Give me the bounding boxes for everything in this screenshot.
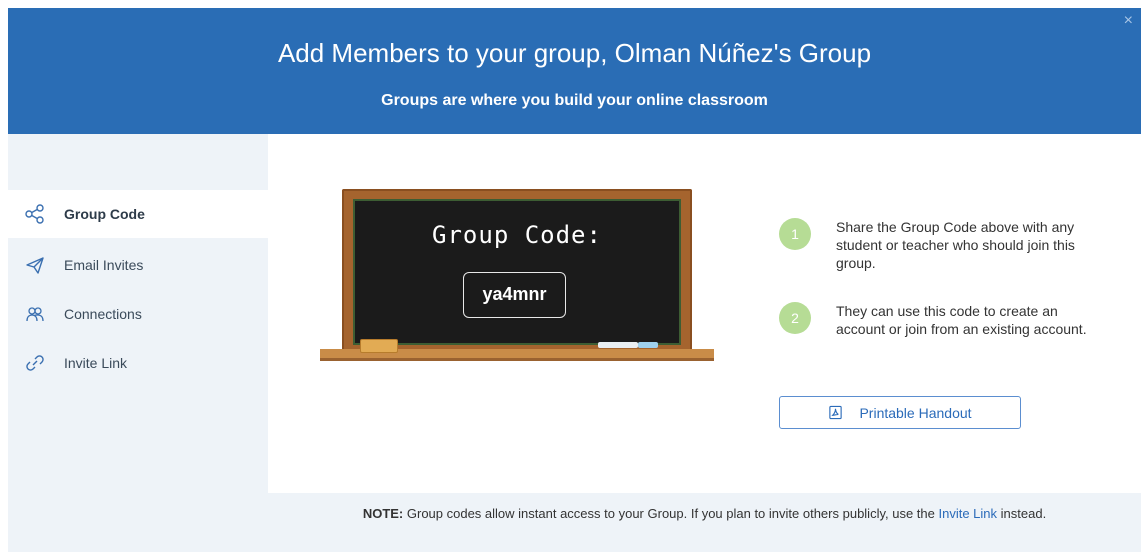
- link-icon: [24, 352, 46, 374]
- step-number-badge: 2: [779, 302, 811, 334]
- step-number-badge: 1: [779, 218, 811, 250]
- invite-link-link[interactable]: Invite Link: [938, 506, 997, 521]
- printable-handout-label: Printable Handout: [859, 404, 972, 421]
- sidebar-item-label: Connections: [64, 306, 142, 322]
- group-code-value: ya4mnr: [463, 272, 566, 318]
- note-prefix: NOTE:: [362, 506, 404, 521]
- sidebar-item-label: Group Code: [64, 206, 145, 222]
- step-text: They can use this code to create an acco…: [836, 303, 1087, 337]
- chalkboard-illustration: Group Code: ya4mnr: [320, 189, 714, 364]
- modal-subtitle: Groups are where you build your online c…: [381, 92, 768, 109]
- chalk-icon: [638, 342, 658, 348]
- eraser-icon: [360, 339, 398, 353]
- step-1: 1 Share the Group Code above with any st…: [779, 218, 1109, 272]
- sidebar: Group Code Email Invites Connections Inv…: [8, 134, 268, 552]
- note-text-end: instead.: [997, 506, 1047, 521]
- modal-header: Add Members to your group, Olman Núñez's…: [8, 8, 1141, 134]
- sidebar-item-invite-link[interactable]: Invite Link: [8, 339, 268, 387]
- chalk-icon: [598, 342, 638, 348]
- note-bar: NOTE: Group codes allow instant access t…: [268, 493, 1141, 552]
- step-2: 2 They can use this code to create an ac…: [779, 302, 1109, 338]
- sidebar-item-email-invites[interactable]: Email Invites: [8, 241, 268, 289]
- main-content: Group Code: ya4mnr 1 Share the Group Cod…: [268, 134, 1141, 552]
- close-icon[interactable]: ×: [1124, 12, 1133, 30]
- pdf-icon: [829, 405, 843, 420]
- modal-title: Add Members to your group, Olman Núñez's…: [277, 38, 872, 68]
- chalkboard-frame: Group Code: ya4mnr: [342, 189, 692, 351]
- chalkboard-title: Group Code:: [432, 221, 602, 249]
- share-nodes-icon: [24, 203, 46, 225]
- connections-people-icon: [24, 303, 46, 325]
- note-text: Group codes allow instant access to your…: [403, 506, 939, 521]
- chalkboard: Group Code: ya4mnr: [353, 199, 681, 345]
- sidebar-item-group-code[interactable]: Group Code: [8, 190, 268, 238]
- paper-plane-icon: [24, 254, 46, 276]
- printable-handout-button[interactable]: Printable Handout: [779, 396, 1021, 429]
- step-text: Share the Group Code above with any stud…: [836, 219, 1075, 271]
- sidebar-item-label: Email Invites: [64, 257, 144, 273]
- sidebar-item-label: Invite Link: [64, 355, 128, 371]
- sidebar-item-connections[interactable]: Connections: [8, 290, 268, 338]
